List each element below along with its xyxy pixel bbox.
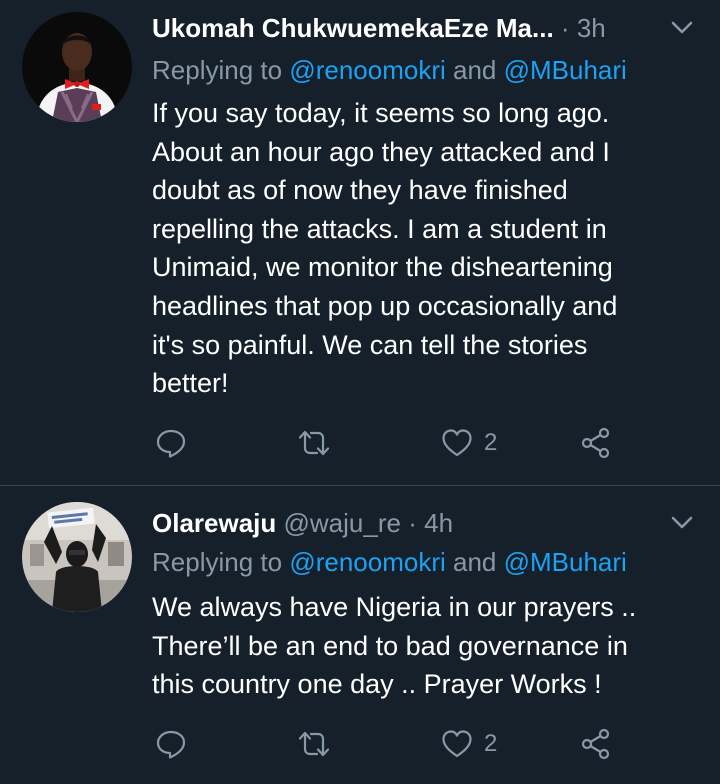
share-icon xyxy=(581,728,610,760)
like-button[interactable]: 2 xyxy=(440,724,497,764)
timestamp[interactable]: 4h xyxy=(424,508,453,538)
tweet-text-line: Unimaid, we monitor the disheartening xyxy=(152,252,613,283)
mention-link[interactable]: @MBuhari xyxy=(504,547,627,577)
chevron-down-icon[interactable] xyxy=(668,509,696,537)
tweet-text-line: it's so painful. We can tell the stories xyxy=(152,329,588,360)
tweet-text-line: doubt as of now they have finished xyxy=(152,175,568,206)
display-name[interactable]: Ukomah ChukwuemekaEze Ma... xyxy=(152,13,554,43)
like-count: 2 xyxy=(484,429,498,456)
reply-icon xyxy=(156,429,186,458)
reply-button[interactable] xyxy=(154,423,188,463)
tweet[interactable]: Ukomah ChukwuemekaEze Ma... · 3h Replyin… xyxy=(0,0,720,486)
replying-joiner: and xyxy=(445,55,504,85)
tweet-text-line: If you say today, it seems so long ago. xyxy=(152,98,610,128)
mention-link[interactable]: @renoomokri xyxy=(289,547,445,577)
like-count: 2 xyxy=(484,730,498,757)
retweet-button[interactable] xyxy=(297,423,331,463)
reply-button[interactable] xyxy=(154,724,188,764)
tweet-header: Ukomah ChukwuemekaEze Ma... · 3h xyxy=(152,8,696,48)
tweet-text: If you say today, it seems so long ago. … xyxy=(152,94,697,403)
share-button[interactable] xyxy=(579,724,613,764)
replying-joiner: and xyxy=(445,547,504,577)
tweet-text-line: There’ll be an end to bad governance in xyxy=(152,630,628,661)
tweet-actions: 2 xyxy=(152,423,622,463)
like-icon xyxy=(442,429,472,457)
time-separator: · xyxy=(560,13,570,43)
like-icon xyxy=(442,730,472,758)
tweet-text-line: We always have Nigeria in our prayers .. xyxy=(152,592,637,622)
avatar[interactable] xyxy=(22,502,132,612)
retweet-icon xyxy=(298,430,330,456)
chevron-down-icon[interactable] xyxy=(668,14,696,42)
replying-to: Replying to @renoomokri and @MBuhari xyxy=(152,544,627,580)
tweet-text-line: this country one day .. Prayer Works ! xyxy=(152,669,602,700)
mention-link[interactable]: @MBuhari xyxy=(504,55,627,85)
user-handle[interactable]: @waju_re xyxy=(284,508,401,538)
share-icon xyxy=(581,427,610,459)
retweet-button[interactable] xyxy=(297,724,331,764)
share-button[interactable] xyxy=(579,423,613,463)
tweet-text: We always have Nigeria in our prayers ..… xyxy=(152,588,697,704)
time-separator: · xyxy=(408,508,417,538)
tweet[interactable]: Olarewaju @waju_re · 4h Replying to @ren… xyxy=(0,487,720,784)
tweet-actions: 2 xyxy=(152,724,622,764)
reply-icon xyxy=(156,730,186,759)
mention-link[interactable]: @renoomokri xyxy=(289,55,445,85)
retweet-icon xyxy=(298,731,330,757)
replying-prefix: Replying to xyxy=(152,55,290,85)
display-name[interactable]: Olarewaju xyxy=(152,508,276,538)
tweet-text-line: better! xyxy=(152,368,229,399)
tweet-text-line: headlines that pop up occasionally and xyxy=(152,290,618,321)
tweet-text-line: repelling the attacks. I am a student in xyxy=(152,213,607,244)
avatar[interactable] xyxy=(22,12,132,122)
tweet-header: Olarewaju @waju_re · 4h xyxy=(152,503,696,543)
like-button[interactable]: 2 xyxy=(440,423,497,463)
tweet-text-line: About an hour ago they attacked and I xyxy=(152,136,610,167)
replying-to: Replying to @renoomokri and @MBuhari xyxy=(152,52,627,88)
replying-prefix: Replying to xyxy=(152,547,290,577)
timestamp[interactable]: 3h xyxy=(577,13,606,43)
